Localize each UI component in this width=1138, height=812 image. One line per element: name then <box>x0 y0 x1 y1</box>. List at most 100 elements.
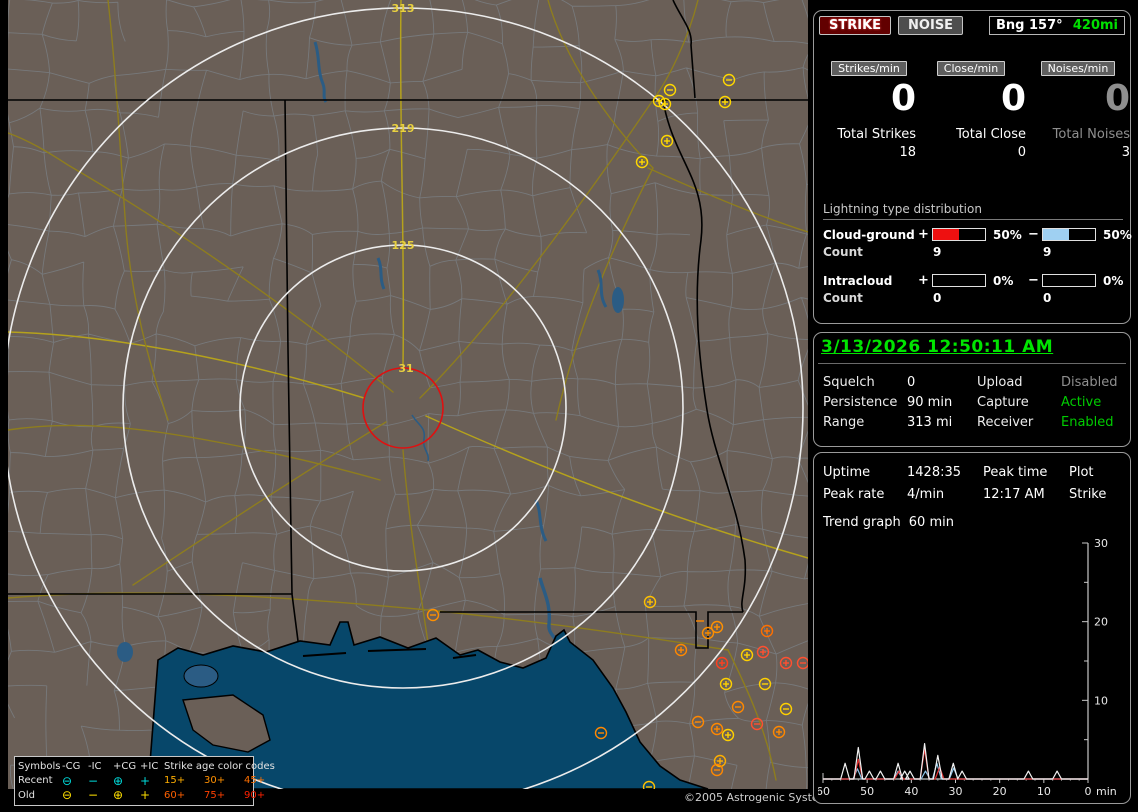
symbol-legend: Symbols -CG -IC +CG +IC Recent ⊖ − ⊕ + O… <box>14 756 275 806</box>
ic-positive-count: 0 <box>933 291 942 305</box>
strikes-counter-column: Strikes/min 0 Total Strikes 18 <box>822 61 916 160</box>
age-45: 45+ <box>244 775 266 787</box>
ring-label-219: 219 <box>392 122 415 135</box>
trend-graph-chart: 10 20 30 60 50 40 30 20 10 0 min <box>818 537 1117 798</box>
legend-row-recent: Recent <box>18 775 53 787</box>
x-tick-label: 30 <box>949 785 963 798</box>
lake <box>183 664 219 688</box>
trend-graph-window: 60 min <box>908 515 954 530</box>
x-tick-label: 0 <box>1085 785 1092 798</box>
age-75: 75+ <box>204 789 226 801</box>
peak-rate-value: 4/min <box>907 486 945 502</box>
datetime-display: 3/13/2026 12:50:11 AM <box>821 337 1054 357</box>
upload-value: Disabled <box>1061 374 1118 390</box>
y-tick-label: 10 <box>1094 694 1108 707</box>
trend-series-positive-cg <box>823 748 1088 780</box>
range-label: Range <box>823 414 865 430</box>
x-tick-label: 20 <box>993 785 1007 798</box>
cg-count-label: Count <box>823 245 863 259</box>
total-strikes-label: Total Strikes <box>837 127 916 142</box>
cg-positive-bar <box>932 228 986 241</box>
noises-per-min-button[interactable]: Noises/min <box>1040 61 1116 76</box>
total-noises-label: Total Noises <box>1052 127 1130 142</box>
plot-header: Plot <box>1069 464 1094 480</box>
ic-negative-pct: 0% <box>1103 273 1124 288</box>
receiver-value: Enabled <box>1061 414 1114 430</box>
old-plus-icon: + <box>140 788 151 803</box>
old-circle-plus-icon: ⊕ <box>113 788 124 803</box>
plus-sign: + <box>918 227 929 242</box>
distribution-title: Lightning type distribution <box>823 202 1123 220</box>
minus-sign: − <box>1028 273 1039 288</box>
receiver-label: Receiver <box>977 414 1034 430</box>
y-tick-label: 30 <box>1094 537 1108 550</box>
total-noises-value: 3 <box>1121 145 1130 160</box>
age-60: 60+ <box>164 789 186 801</box>
x-tick-label: 50 <box>860 785 874 798</box>
strike-button[interactable]: STRIKE <box>819 16 892 35</box>
strike-counters-panel: STRIKE NOISE Bng 157° 420mi Strikes/min … <box>813 10 1132 324</box>
ic-negative-bar <box>1042 274 1096 287</box>
persistence-value: 90 min <box>907 394 953 410</box>
total-strikes-value: 18 <box>899 145 916 160</box>
old-minus-icon: − <box>88 788 99 803</box>
ic-count-label: Count <box>823 291 863 305</box>
trend-panel: Uptime 1428:35 Peak time Plot Peak rate … <box>813 452 1131 804</box>
cg-positive-count: 9 <box>933 245 942 259</box>
legend-col-pcg: +CG <box>113 760 137 772</box>
x-tick-label: 60 <box>818 785 830 798</box>
cg-negative-bar <box>1042 228 1096 241</box>
legend-row-old: Old <box>18 789 35 801</box>
ic-positive-bar <box>932 274 986 287</box>
plus-sign: + <box>918 273 929 288</box>
legend-col-ncg: -CG <box>62 760 81 772</box>
cg-negative-count: 9 <box>1043 245 1052 259</box>
peak-rate-label: Peak rate <box>823 486 885 502</box>
recent-circle-plus-icon: ⊕ <box>113 773 124 788</box>
peak-time-value: 12:17 AM <box>983 486 1045 502</box>
chart-axes <box>823 543 1089 780</box>
persistence-label: Persistence <box>823 394 898 410</box>
uptime-label: Uptime <box>823 464 871 480</box>
age-codes-title: Strike age color codes <box>164 760 275 772</box>
upload-label: Upload <box>977 374 1023 390</box>
intracloud-label: Intracloud <box>823 273 893 288</box>
recent-minus-icon: − <box>88 773 99 788</box>
squelch-value: 0 <box>907 374 916 390</box>
legend-col-nic: -IC <box>88 760 102 772</box>
y-tick-label: 20 <box>1094 616 1108 629</box>
recent-circle-minus-icon: ⊖ <box>62 773 73 788</box>
cg-positive-pct: 50% <box>993 227 1022 242</box>
ring-label-31: 31 <box>398 362 413 375</box>
map-area: 313 219 125 31 <box>8 0 808 789</box>
map-canvas[interactable]: 313 219 125 31 <box>8 0 808 789</box>
noises-rate-value: 0 <box>1104 78 1130 119</box>
x-tick-label: 10 <box>1037 785 1051 798</box>
lightning-distribution: Lightning type distribution Cloud-ground… <box>823 202 1132 305</box>
old-circle-minus-icon: ⊖ <box>62 788 73 803</box>
legend-col-pic: +IC <box>140 760 159 772</box>
range-value: 313 mi <box>907 414 953 430</box>
close-rate-value: 0 <box>1000 78 1026 119</box>
x-tick-label: 40 <box>904 785 918 798</box>
legend-col-symbols: Symbols <box>18 760 61 772</box>
minus-sign: − <box>1028 227 1039 242</box>
strikes-rate-value: 0 <box>890 78 916 119</box>
ring-label-313: 313 <box>392 2 415 15</box>
strikes-per-min-button[interactable]: Strikes/min <box>831 61 907 76</box>
noise-button[interactable]: NOISE <box>898 16 964 35</box>
cg-negative-pct: 50% <box>1103 227 1132 242</box>
status-panel: 3/13/2026 12:50:11 AM Squelch 0 Upload D… <box>813 332 1131 447</box>
capture-label: Capture <box>977 394 1029 410</box>
x-unit-label: min <box>1096 785 1117 798</box>
capture-value: Active <box>1061 394 1102 410</box>
bearing-distance: 420mi <box>1072 18 1118 33</box>
uptime-value: 1428:35 <box>907 464 962 480</box>
peak-time-header: Peak time <box>983 464 1048 480</box>
ic-negative-count: 0 <box>1043 291 1052 305</box>
close-counter-column: Close/min 0 Total Close 0 <box>916 61 1026 160</box>
bearing-value: Bng 157° <box>996 18 1063 33</box>
close-per-min-button[interactable]: Close/min <box>936 61 1006 76</box>
squelch-label: Squelch <box>823 374 875 390</box>
plot-type-value: Strike <box>1069 486 1107 502</box>
